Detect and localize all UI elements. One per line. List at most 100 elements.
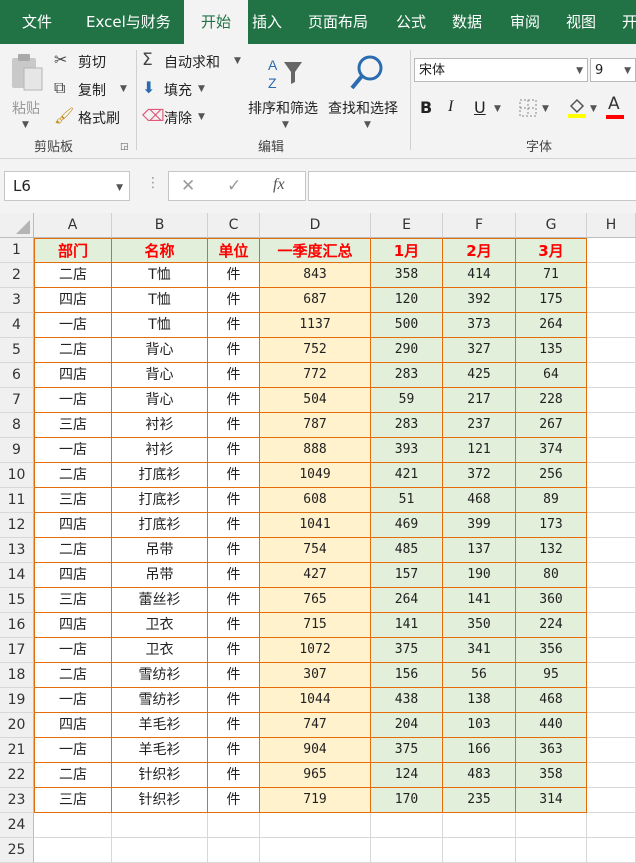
tab-5[interactable]: 页面布局: [308, 0, 368, 44]
table-cell[interactable]: 747: [260, 713, 371, 738]
table-cell[interactable]: 件: [208, 663, 260, 688]
table-cell[interactable]: 485: [371, 538, 443, 563]
table-cell[interactable]: 904: [260, 738, 371, 763]
underline-button[interactable]: U: [474, 98, 486, 117]
table-cell[interactable]: 95: [516, 663, 587, 688]
table-cell[interactable]: 787: [260, 413, 371, 438]
table-cell[interactable]: 一店: [34, 438, 112, 463]
table-cell[interactable]: 四店: [34, 613, 112, 638]
table-cell[interactable]: 1072: [260, 638, 371, 663]
table-cell[interactable]: 89: [516, 488, 587, 513]
row-header-19[interactable]: 19: [0, 688, 34, 713]
table-cell[interactable]: 件: [208, 613, 260, 638]
table-cell[interactable]: 124: [371, 763, 443, 788]
empty-cell[interactable]: [587, 663, 636, 688]
table-cell[interactable]: 吊带: [112, 563, 208, 588]
table-cell[interactable]: 件: [208, 563, 260, 588]
table-header-cell[interactable]: 3月: [516, 238, 587, 263]
table-cell[interactable]: 件: [208, 738, 260, 763]
table-cell[interactable]: 224: [516, 613, 587, 638]
tab-6[interactable]: 公式: [396, 0, 426, 44]
table-cell[interactable]: 173: [516, 513, 587, 538]
table-cell[interactable]: 二店: [34, 263, 112, 288]
table-cell[interactable]: 80: [516, 563, 587, 588]
table-header-cell[interactable]: 名称: [112, 238, 208, 263]
table-cell[interactable]: 500: [371, 313, 443, 338]
empty-cell[interactable]: [208, 838, 260, 863]
table-cell[interactable]: 59: [371, 388, 443, 413]
table-cell[interactable]: 三店: [34, 413, 112, 438]
table-cell[interactable]: T恤: [112, 288, 208, 313]
table-cell[interactable]: 背心: [112, 338, 208, 363]
empty-cell[interactable]: [587, 388, 636, 413]
table-cell[interactable]: 283: [371, 363, 443, 388]
table-cell[interactable]: 267: [516, 413, 587, 438]
empty-cell[interactable]: [516, 813, 587, 838]
table-cell[interactable]: 427: [260, 563, 371, 588]
table-cell[interactable]: 175: [516, 288, 587, 313]
table-header-cell[interactable]: 1月: [371, 238, 443, 263]
select-all-corner[interactable]: [0, 213, 34, 238]
tab-3[interactable]: 开始: [184, 0, 248, 44]
table-cell[interactable]: 雪纺衫: [112, 663, 208, 688]
paste-button[interactable]: 粘贴 ▼: [6, 50, 46, 130]
tab-8[interactable]: 审阅: [510, 0, 540, 44]
table-cell[interactable]: 166: [443, 738, 516, 763]
empty-cell[interactable]: [371, 838, 443, 863]
table-cell[interactable]: 件: [208, 588, 260, 613]
row-header-13[interactable]: 13: [0, 538, 34, 563]
empty-cell[interactable]: [587, 538, 636, 563]
table-cell[interactable]: 137: [443, 538, 516, 563]
table-cell[interactable]: 468: [443, 488, 516, 513]
table-cell[interactable]: 687: [260, 288, 371, 313]
dialog-launcher-icon[interactable]: ◲: [120, 142, 129, 152]
empty-cell[interactable]: [587, 563, 636, 588]
table-header-cell[interactable]: 一季度汇总: [260, 238, 371, 263]
table-cell[interactable]: 件: [208, 388, 260, 413]
table-cell[interactable]: 888: [260, 438, 371, 463]
table-cell[interactable]: 一店: [34, 313, 112, 338]
empty-cell[interactable]: [587, 613, 636, 638]
column-header-E[interactable]: E: [371, 213, 443, 238]
table-cell[interactable]: 375: [371, 638, 443, 663]
table-cell[interactable]: 157: [371, 563, 443, 588]
table-cell[interactable]: 307: [260, 663, 371, 688]
empty-cell[interactable]: [587, 688, 636, 713]
empty-cell[interactable]: [34, 813, 112, 838]
table-cell[interactable]: 290: [371, 338, 443, 363]
table-cell[interactable]: 64: [516, 363, 587, 388]
row-header-4[interactable]: 4: [0, 313, 34, 338]
table-cell[interactable]: 608: [260, 488, 371, 513]
column-header-A[interactable]: A: [34, 213, 112, 238]
table-cell[interactable]: 170: [371, 788, 443, 813]
table-cell[interactable]: 1041: [260, 513, 371, 538]
table-cell[interactable]: 264: [516, 313, 587, 338]
table-cell[interactable]: 羊毛衫: [112, 738, 208, 763]
table-cell[interactable]: 56: [443, 663, 516, 688]
tab-2[interactable]: Excel与财务: [86, 0, 171, 44]
table-cell[interactable]: 350: [443, 613, 516, 638]
empty-cell[interactable]: [260, 813, 371, 838]
table-cell[interactable]: 羊毛衫: [112, 713, 208, 738]
table-cell[interactable]: 356: [516, 638, 587, 663]
font-name-combo[interactable]: 宋体 ▼: [414, 58, 588, 82]
row-header-15[interactable]: 15: [0, 588, 34, 613]
empty-cell[interactable]: [587, 738, 636, 763]
table-cell[interactable]: 一店: [34, 388, 112, 413]
row-header-16[interactable]: 16: [0, 613, 34, 638]
table-cell[interactable]: 1049: [260, 463, 371, 488]
font-color-button[interactable]: A: [604, 94, 626, 120]
row-header-21[interactable]: 21: [0, 738, 34, 763]
bold-button[interactable]: B: [420, 98, 432, 117]
table-cell[interactable]: 190: [443, 563, 516, 588]
empty-cell[interactable]: [587, 488, 636, 513]
table-cell[interactable]: 件: [208, 288, 260, 313]
table-cell[interactable]: 二店: [34, 763, 112, 788]
table-cell[interactable]: 237: [443, 413, 516, 438]
column-header-H[interactable]: H: [587, 213, 636, 238]
table-cell[interactable]: 四店: [34, 363, 112, 388]
table-cell[interactable]: 765: [260, 588, 371, 613]
empty-cell[interactable]: [587, 288, 636, 313]
enter-icon[interactable]: ✓: [227, 176, 241, 196]
table-cell[interactable]: 440: [516, 713, 587, 738]
